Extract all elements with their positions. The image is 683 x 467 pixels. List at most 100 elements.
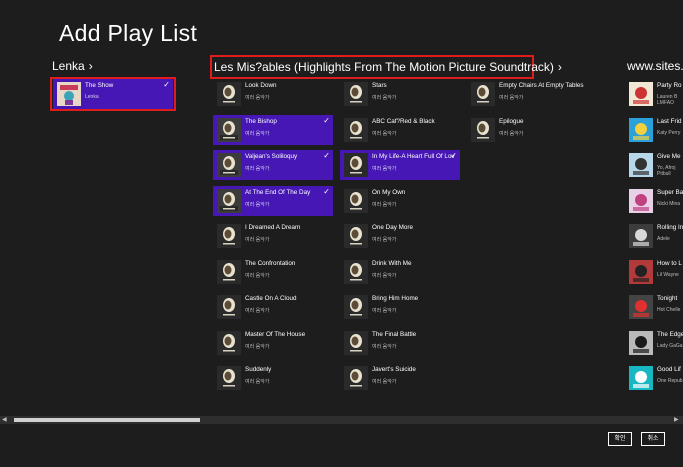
song-artist: 여러 음악가 (245, 201, 270, 208)
song-artist: 여러 음악가 (499, 130, 524, 137)
song-tile[interactable]: On My Own 여러 음악가 (340, 186, 460, 216)
chevron-right-icon: › (88, 59, 93, 73)
song-artist: Nicki Mina (657, 200, 681, 207)
song-title: The Bishop (245, 117, 277, 125)
ok-button[interactable]: 확인 (608, 432, 632, 446)
album-art-thumbnail (344, 82, 368, 106)
album-art-thumbnail (344, 188, 368, 213)
album-art-thumbnail (217, 259, 241, 284)
song-tile[interactable]: Party Ro Lauren B LMFAO (625, 79, 683, 109)
song-tile[interactable]: At The End Of The Day 여러 음악가 ✓ (213, 185, 333, 216)
song-artist: 여러 음악가 (499, 95, 524, 101)
song-artist-secondary: LMFAO (657, 100, 674, 106)
song-tile[interactable]: Javert's Suicide 여러 음악가 (340, 363, 460, 393)
song-tile[interactable]: How to L Lil Wayne (625, 257, 683, 287)
album-art-thumbnail (629, 224, 653, 248)
song-tile[interactable]: Rolling In Adele (625, 221, 683, 251)
song-tile[interactable]: Look Down 여러 음악가 (213, 79, 333, 109)
song-tile[interactable]: Bring Him Home 여러 음악가 (340, 292, 460, 322)
song-artist: 여러 음악가 (372, 237, 397, 243)
song-title: How to L (657, 259, 682, 267)
song-title: One Day More (372, 224, 413, 231)
song-title: Epilogue (499, 117, 524, 125)
album-art-thumbnail (344, 153, 368, 177)
song-title: The Edge (657, 330, 683, 338)
song-tile[interactable]: Castle On A Cloud 여러 음악가 (213, 292, 333, 322)
song-title: Give Me (657, 153, 681, 160)
group-header-lenka[interactable]: Lenka › (52, 59, 93, 73)
song-tile[interactable]: ABC Caf?Red & Black 여러 음악가 (340, 115, 460, 145)
song-tile[interactable]: Master Of The House 여러 음악가 (213, 328, 333, 358)
group-header-sites[interactable]: www.sites.go (627, 59, 683, 73)
song-artist: 여러 음악가 (372, 201, 397, 208)
album-art-thumbnail (629, 295, 653, 319)
song-tile[interactable]: One Day More 여러 음악가 (340, 221, 460, 251)
song-title: Javert's Suicide (372, 366, 416, 373)
check-icon: ✓ (450, 151, 457, 160)
song-title: Castle On A Cloud (245, 295, 297, 302)
song-title: Tonight (657, 295, 678, 302)
album-art-thumbnail (217, 153, 241, 177)
song-artist: 여러 음악가 (372, 95, 397, 101)
scrollbar-thumb[interactable] (14, 418, 200, 422)
song-tile[interactable]: The Bishop 여러 음악가 ✓ (213, 114, 333, 145)
song-tile[interactable]: Tonight Hot Chelle (625, 292, 683, 322)
song-title: The Confrontation (245, 259, 296, 267)
album-art-thumbnail (344, 224, 368, 248)
song-title: Empty Chairs At Empty Tables (499, 82, 584, 89)
song-artist: 여러 음악가 (372, 130, 397, 137)
song-tile[interactable]: The Final Battle 여러 음악가 (340, 328, 460, 358)
song-artist-secondary: Pitbull (657, 171, 671, 177)
song-tile[interactable]: In My Life-A Heart Full Of Lov 여러 음악가 ✓ (340, 150, 460, 180)
album-art-thumbnail (217, 366, 241, 390)
album-art-thumbnail (629, 153, 653, 177)
song-title: Master Of The House (245, 330, 306, 338)
song-tile[interactable]: Stars 여러 음악가 (340, 79, 460, 109)
song-tile[interactable]: Give Me Yo, Afroj Pitbull (625, 150, 683, 180)
song-title: ABC Caf?Red & Black (372, 117, 435, 125)
song-tile[interactable]: The Edge Lady GaGa (625, 328, 683, 358)
song-artist: 여러 음악가 (245, 95, 270, 101)
song-artist: 여러 음악가 (372, 343, 397, 350)
song-tile[interactable]: Good Lif One Repub (625, 363, 683, 393)
album-art-thumbnail (629, 117, 653, 142)
check-icon: ✓ (323, 186, 330, 196)
album-art-thumbnail (471, 82, 495, 106)
song-title: Super Ba (657, 188, 683, 196)
chevron-right-icon: › (557, 60, 562, 74)
song-artist: 여러 음악가 (245, 343, 270, 350)
song-tile[interactable]: Super Ba Nicki Mina (625, 186, 683, 216)
song-title: I Dreamed A Dream (245, 224, 301, 231)
scroll-right-arrow-icon[interactable]: ▶ (674, 416, 679, 423)
cancel-button[interactable]: 취소 (641, 432, 665, 446)
album-art-thumbnail (217, 330, 241, 355)
song-title: Look Down (245, 82, 277, 89)
song-tile[interactable]: Empty Chairs At Empty Tables 여러 음악가 (467, 79, 587, 109)
song-artist: 여러 음악가 (245, 237, 270, 243)
album-art-thumbnail (344, 117, 368, 142)
group-header-lesmis[interactable]: Les Mis?ables (Highlights From The Motio… (210, 55, 562, 79)
song-tile[interactable]: Epilogue 여러 음악가 (467, 115, 587, 145)
song-artist: 여러 음악가 (372, 379, 397, 385)
album-art-thumbnail (217, 295, 241, 319)
song-title: Rolling In (657, 224, 683, 231)
album-art-thumbnail (344, 295, 368, 319)
page-title: Add Play List (59, 20, 198, 46)
song-title: Party Ro (657, 82, 682, 89)
song-title: Stars (372, 82, 387, 89)
scroll-left-arrow-icon[interactable]: ◀ (2, 416, 7, 423)
song-tile[interactable]: The Confrontation 여러 음악가 (213, 257, 333, 287)
song-title: Bring Him Home (372, 295, 419, 302)
song-artist: Lil Wayne (657, 271, 679, 278)
song-artist: 여러 음악가 (372, 308, 397, 314)
song-title: On My Own (372, 188, 406, 196)
song-tile[interactable]: Drink With Me 여러 음악가 (340, 257, 460, 287)
group-header-sites-label: www.sites.go (627, 59, 683, 73)
song-tile[interactable]: Suddenly 여러 음악가 (213, 363, 333, 393)
song-title: Valjean's Soliloquy (245, 153, 298, 160)
song-tile[interactable]: Valjean's Soliloquy 여러 음악가 ✓ (213, 150, 333, 180)
song-tile[interactable]: Last Frid Katy Perry (625, 115, 683, 145)
group-header-lenka-label: Lenka (52, 59, 85, 73)
song-artist: 여러 음악가 (245, 308, 270, 314)
song-tile[interactable]: I Dreamed A Dream 여러 음악가 (213, 221, 333, 251)
